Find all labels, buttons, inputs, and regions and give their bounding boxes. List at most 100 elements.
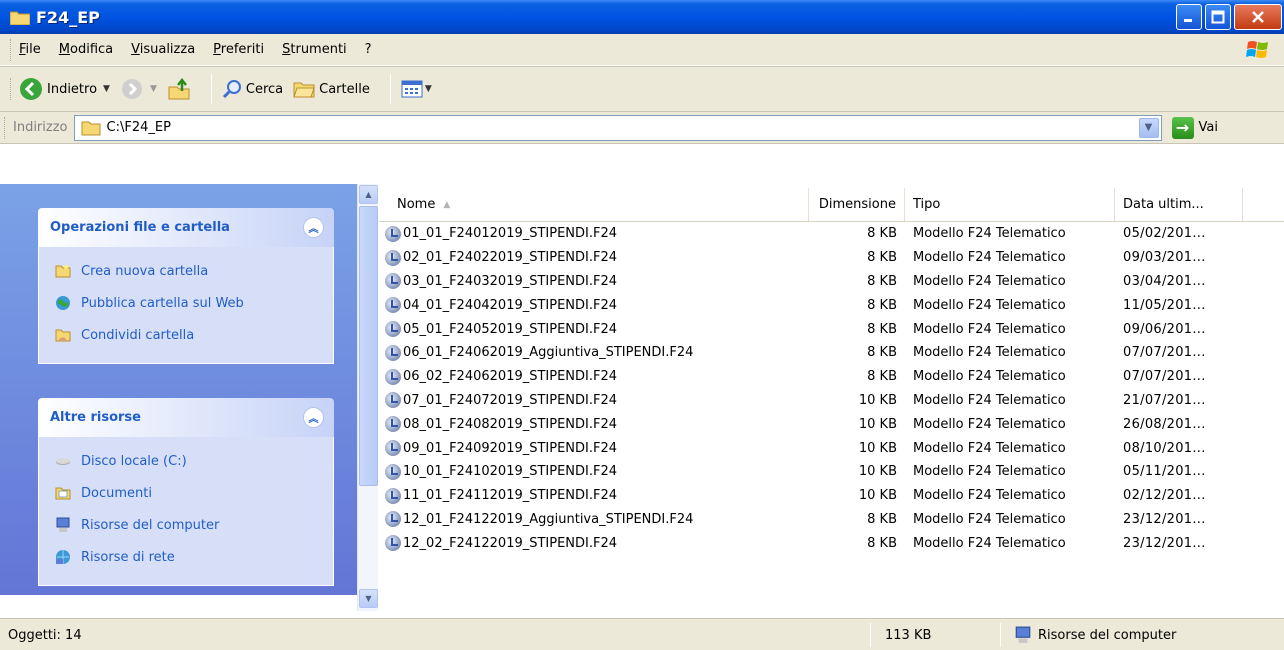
close-button[interactable] — [1234, 4, 1282, 30]
file-size: 8 KB — [867, 226, 897, 242]
file-name-cell[interactable]: 06_01_F24062019_Aggiuntiva_STIPENDI.F24 — [379, 344, 809, 361]
file-date: 05/02/201... — [1123, 226, 1206, 242]
maximize-icon — [1211, 10, 1225, 24]
menu-visualizza[interactable]: Visualizza — [131, 42, 195, 57]
views-button[interactable]: ▼ — [401, 79, 432, 99]
file-name-cell[interactable]: 11_01_F24112019_STIPENDI.F24 — [379, 487, 809, 504]
toolbar-grip[interactable] — [10, 78, 13, 100]
status-location-label: Risorse del computer — [1038, 627, 1177, 643]
file-row[interactable]: 10_01_F24102019_STIPENDI.F24 10 KB Modello… — [379, 460, 1284, 484]
scroll-up-button[interactable]: ▲ — [359, 185, 378, 204]
f24-file-icon — [385, 487, 401, 504]
file-size: 8 KB — [867, 345, 897, 361]
scroll-down-button[interactable]: ▼ — [359, 589, 378, 608]
file-type: Modello F24 Telematico — [913, 464, 1066, 480]
place-my-computer[interactable]: Risorse del computer — [39, 509, 333, 541]
file-row[interactable]: 05_01_F24052019_STIPENDI.F24 8 KB Modello … — [379, 317, 1284, 341]
file-name-cell[interactable]: 04_01_F24042019_STIPENDI.F24 — [379, 297, 809, 314]
search-button[interactable]: Cerca — [222, 79, 283, 99]
file-size: 8 KB — [867, 535, 897, 551]
file-row[interactable]: 04_01_F24042019_STIPENDI.F24 8 KB Modello … — [379, 293, 1284, 317]
file-name-cell[interactable]: 12_01_F24122019_Aggiuntiva_STIPENDI.F24 — [379, 511, 809, 528]
toolbar-grip[interactable] — [10, 38, 13, 61]
file-name: 07_01_F24072019_STIPENDI.F24 — [403, 392, 618, 408]
file-row[interactable]: 12_01_F24122019_Aggiuntiva_STIPENDI.F24 8… — [379, 508, 1284, 532]
file-name-cell[interactable]: 09_01_F24092019_STIPENDI.F24 — [379, 440, 809, 457]
collapse-icon[interactable]: ︽ — [303, 407, 324, 428]
place-network[interactable]: Risorse di rete — [39, 541, 333, 573]
file-name-cell[interactable]: 10_01_F24102019_STIPENDI.F24 — [379, 463, 809, 480]
up-folder-button[interactable] — [167, 77, 191, 101]
file-name-cell[interactable]: 02_01_F24022019_STIPENDI.F24 — [379, 249, 809, 266]
column-header-type[interactable]: Tipo — [905, 188, 1115, 221]
file-row[interactable]: 03_01_F24032019_STIPENDI.F24 8 KB Modello … — [379, 270, 1284, 294]
menu-modifica[interactable]: Modifica — [59, 42, 113, 57]
maximize-button[interactable] — [1205, 4, 1231, 30]
column-header-size[interactable]: Dimensione — [809, 188, 905, 221]
file-size: 10 KB — [858, 440, 897, 456]
place-documents[interactable]: Documenti — [39, 477, 333, 509]
file-name-cell[interactable]: 03_01_F24032019_STIPENDI.F24 — [379, 273, 809, 290]
file-date: 05/11/201... — [1123, 464, 1206, 480]
file-name-cell[interactable]: 07_01_F24072019_STIPENDI.F24 — [379, 392, 809, 409]
back-button[interactable]: Indietro ▼ — [19, 77, 110, 101]
forward-dropdown-icon[interactable]: ▼ — [150, 84, 157, 94]
file-type: Modello F24 Telematico — [913, 250, 1066, 266]
menu-file[interactable]: File — [19, 42, 41, 57]
place-label: Disco locale (C:) — [81, 453, 187, 469]
toolbar-grip[interactable] — [4, 116, 7, 139]
scroll-thumb[interactable] — [359, 206, 378, 486]
file-name-cell[interactable]: 05_01_F24052019_STIPENDI.F24 — [379, 321, 809, 338]
panel-other-places: Altre risorse ︽ Disco locale (C:) Docume… — [38, 398, 334, 586]
place-local-disk[interactable]: Disco locale (C:) — [39, 445, 333, 477]
panel-header[interactable]: Operazioni file e cartella ︽ — [38, 208, 334, 247]
panel-header[interactable]: Altre risorse ︽ — [38, 398, 334, 437]
address-input[interactable]: C:\F24_EP ▼ — [73, 114, 1162, 141]
file-name-cell[interactable]: 08_01_F24082019_STIPENDI.F24 — [379, 416, 809, 433]
column-header-date[interactable]: Data ultim... — [1115, 188, 1243, 221]
menu-strumenti[interactable]: Strumenti — [282, 42, 347, 57]
panel-title: Altre risorse — [50, 410, 141, 425]
file-row[interactable]: 11_01_F24112019_STIPENDI.F24 10 KB Modello… — [379, 484, 1284, 508]
address-dropdown-button[interactable]: ▼ — [1138, 117, 1159, 138]
task-new-folder[interactable]: Crea nuova cartella — [39, 255, 333, 287]
title-bar[interactable]: F24_EP — [0, 0, 1284, 34]
file-type: Modello F24 Telematico — [913, 345, 1066, 361]
file-type: Modello F24 Telematico — [913, 535, 1066, 551]
folders-button[interactable]: Cartelle — [293, 79, 370, 99]
collapse-icon[interactable]: ︽ — [303, 217, 324, 238]
file-row[interactable]: 02_01_F24022019_STIPENDI.F24 8 KB Modello … — [379, 246, 1284, 270]
task-label: Pubblica cartella sul Web — [81, 295, 244, 311]
file-size: 10 KB — [858, 488, 897, 504]
file-name-cell[interactable]: 06_02_F24062019_STIPENDI.F24 — [379, 368, 809, 385]
task-pane-scrollbar[interactable]: ▲ ▼ — [357, 184, 378, 611]
file-row[interactable]: 08_01_F24082019_STIPENDI.F24 10 KB Modello… — [379, 412, 1284, 436]
go-button[interactable]: → Vai — [1171, 116, 1218, 139]
file-size: 8 KB — [867, 273, 897, 289]
column-header-name[interactable]: Nome ▲ — [379, 188, 809, 221]
menu-preferiti[interactable]: Preferiti — [213, 42, 264, 57]
back-label: Indietro — [47, 81, 98, 97]
address-value: C:\F24_EP — [106, 120, 171, 135]
file-row[interactable]: 12_02_F24122019_STIPENDI.F24 8 KB Modello … — [379, 531, 1284, 555]
file-date: 11/05/201... — [1123, 297, 1206, 313]
file-row[interactable]: 01_01_F24012019_STIPENDI.F24 8 KB Modello … — [379, 222, 1284, 246]
windows-logo-icon — [1246, 41, 1268, 58]
file-name-cell[interactable]: 12_02_F24122019_STIPENDI.F24 — [379, 535, 809, 552]
back-dropdown-icon[interactable]: ▼ — [103, 84, 110, 94]
folder-icon — [10, 11, 30, 25]
file-row[interactable]: 06_02_F24062019_STIPENDI.F24 8 KB Modello … — [379, 365, 1284, 389]
file-row[interactable]: 06_01_F24062019_Aggiuntiva_STIPENDI.F24 8… — [379, 341, 1284, 365]
back-arrow-icon — [20, 78, 42, 100]
minimize-button[interactable] — [1176, 4, 1202, 30]
minimize-icon — [1184, 19, 1192, 22]
file-row[interactable]: 09_01_F24092019_STIPENDI.F24 10 KB Modello… — [379, 436, 1284, 460]
column-name-label: Nome — [397, 197, 436, 212]
forward-button[interactable]: ▼ — [120, 77, 157, 101]
task-publish-web[interactable]: Pubblica cartella sul Web — [39, 287, 333, 319]
menu-bar: File Modifica Visualizza Preferiti Strum… — [0, 34, 1284, 66]
menu-help[interactable]: ? — [365, 42, 372, 57]
file-row[interactable]: 07_01_F24072019_STIPENDI.F24 10 KB Modello… — [379, 389, 1284, 413]
file-name-cell[interactable]: 01_01_F24012019_STIPENDI.F24 — [379, 225, 809, 242]
task-share-folder[interactable]: Condividi cartella — [39, 319, 333, 351]
